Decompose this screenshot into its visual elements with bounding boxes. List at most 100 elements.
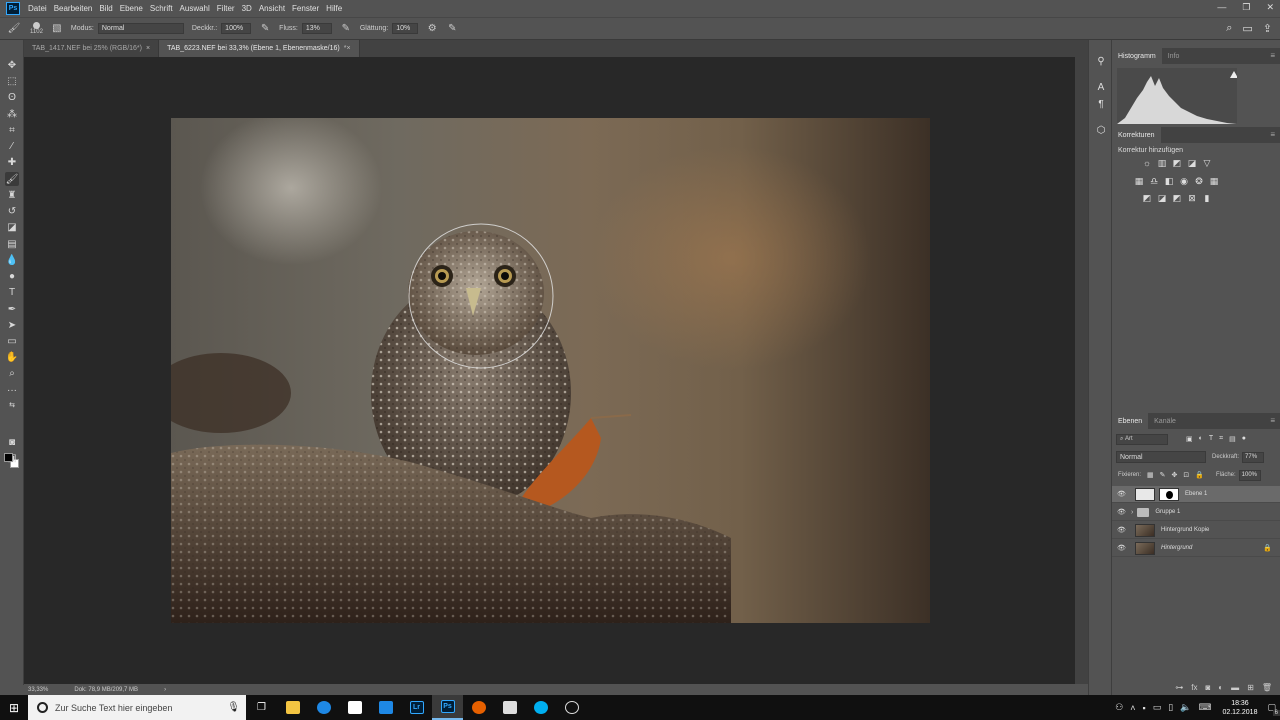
close-icon[interactable]: *×	[344, 45, 351, 52]
photo-filter-icon[interactable]: ◉	[1179, 176, 1189, 186]
lock-artboard-icon[interactable]: ⊡	[1183, 471, 1189, 479]
stamp-tool-icon[interactable]: ♜	[5, 188, 19, 202]
app-icon[interactable]	[494, 695, 525, 720]
canvas-area[interactable]	[24, 57, 1075, 684]
layer-hintergrund-kopie[interactable]: 👁 Hintergrund Kopie	[1112, 522, 1280, 539]
crop-tool-icon[interactable]: ⌗	[5, 123, 19, 137]
gear-icon[interactable]: ⚙	[426, 23, 438, 35]
pen-tool-icon[interactable]: ✒	[5, 302, 19, 316]
layer-ebene-1[interactable]: 👁 Ebene 1	[1112, 486, 1280, 503]
invert-icon[interactable]: ◩	[1142, 193, 1152, 203]
zoom-level[interactable]: 33,33%	[28, 687, 48, 693]
canvas-scrollbar[interactable]	[1075, 57, 1088, 684]
network-icon[interactable]: ▯	[1168, 702, 1173, 713]
color-balance-icon[interactable]: ♎	[1149, 176, 1159, 186]
paragraph-icon[interactable]: ¶	[1094, 97, 1108, 111]
tab-channels[interactable]: Kanäle	[1148, 413, 1182, 429]
brush-preset-picker[interactable]: 1102	[30, 22, 43, 35]
menu-auswahl[interactable]: Auswahl	[180, 4, 210, 13]
settings-icon[interactable]	[556, 695, 587, 720]
new-group-icon[interactable]: ▬	[1231, 683, 1239, 692]
eye-icon[interactable]: 👁	[1117, 544, 1127, 552]
taskbar-search[interactable]: Zur Suche Text hier eingeben 🎙	[28, 695, 246, 720]
link-layers-icon[interactable]: ⊶	[1175, 683, 1183, 692]
chevron-up-icon[interactable]: ˄	[1130, 703, 1135, 713]
menu-fenster[interactable]: Fenster	[292, 4, 319, 13]
fill-field[interactable]: 100%	[1238, 469, 1261, 481]
selective-color-icon[interactable]: ⊠	[1187, 193, 1197, 203]
vibrance-icon[interactable]: ▽	[1202, 158, 1212, 168]
panel-menu-icon[interactable]: ≡	[1270, 130, 1275, 139]
owl-photo[interactable]	[171, 118, 930, 623]
smart-object-filter-icon[interactable]: ▤	[1229, 435, 1236, 443]
new-layer-icon[interactable]: ⊞	[1247, 683, 1254, 692]
hand-tool-icon[interactable]: ✋	[5, 350, 19, 364]
layer-kind-filter[interactable]: ⌕ Art	[1116, 433, 1168, 445]
adjustment-filter-icon[interactable]: ◐	[1199, 435, 1203, 443]
people-icon[interactable]: ⚇	[1115, 702, 1123, 713]
blur-tool-icon[interactable]: 💧	[5, 253, 19, 267]
flow-field[interactable]: 13%	[301, 23, 332, 34]
battery-icon[interactable]: ▭	[1153, 702, 1162, 713]
quick-select-tool-icon[interactable]: ⁂	[5, 107, 19, 121]
minimize-icon[interactable]: —	[1217, 2, 1226, 13]
lock-icon[interactable]: 🔒	[1263, 544, 1272, 552]
brush-tool-icon[interactable]: 🖌	[5, 172, 19, 186]
quick-mask-icon[interactable]: ◙	[5, 435, 19, 449]
hue-saturation-icon[interactable]: ▦	[1134, 176, 1144, 186]
curves-icon[interactable]: ◩	[1172, 158, 1182, 168]
exposure-icon[interactable]: ◪	[1187, 158, 1197, 168]
lock-position-icon[interactable]: ✥	[1172, 471, 1178, 479]
posterize-icon[interactable]: ◪	[1157, 193, 1167, 203]
restore-icon[interactable]: ❐	[1242, 2, 1250, 13]
mail-icon[interactable]	[370, 695, 401, 720]
new-adjustment-icon[interactable]: ◐	[1218, 683, 1223, 692]
type-tool-icon[interactable]: T	[5, 285, 19, 299]
pixel-filter-icon[interactable]: ▣	[1186, 435, 1193, 443]
pressure-size-icon[interactable]: ✎	[446, 23, 458, 35]
photoshop-taskbar-icon[interactable]: Ps	[432, 695, 463, 720]
black-white-icon[interactable]: ◧	[1164, 176, 1174, 186]
smoothing-field[interactable]: 10%	[392, 23, 419, 34]
tab-layers[interactable]: Ebenen	[1112, 413, 1149, 429]
edge-icon[interactable]	[308, 695, 339, 720]
lock-transparent-icon[interactable]: ▦	[1147, 471, 1154, 479]
clipping-warning-icon[interactable]	[1230, 71, 1238, 78]
tab-document-2[interactable]: TAB_6223.NEF bei 33,3% (Ebene 1, Ebenenm…	[159, 40, 360, 57]
more-tools-icon[interactable]: ···	[5, 383, 19, 397]
trash-icon[interactable]: 🗑	[1262, 683, 1272, 692]
layer-gruppe-1[interactable]: 👁 › Gruppe 1	[1112, 504, 1280, 521]
menu-ansicht[interactable]: Ansicht	[259, 4, 285, 13]
threshold-icon[interactable]: ◩	[1172, 193, 1182, 203]
search-icon[interactable]: ⌕	[1226, 22, 1232, 35]
menu-filter[interactable]: Filter	[217, 4, 235, 13]
zoom-tool-icon[interactable]: ⌕	[5, 366, 19, 380]
move-tool-icon[interactable]: ✥	[5, 58, 19, 72]
menu-hilfe[interactable]: Hilfe	[326, 4, 342, 13]
layer-hintergrund[interactable]: 👁 Hintergrund 🔒	[1112, 540, 1280, 557]
mode-select[interactable]: Normal	[97, 23, 184, 34]
lock-all-icon[interactable]: 🔒	[1195, 471, 1204, 479]
type-filter-icon[interactable]: T	[1209, 435, 1213, 443]
healing-tool-icon[interactable]: ✚	[5, 155, 19, 169]
properties-icon[interactable]: ⚲	[1094, 54, 1108, 68]
lock-pixels-icon[interactable]: ✎	[1160, 471, 1166, 479]
3d-icon[interactable]: ⬡	[1094, 123, 1108, 137]
gradient-tool-icon[interactable]: ▤	[5, 237, 19, 251]
chevron-right-icon[interactable]: ›	[1131, 509, 1133, 516]
file-explorer-icon[interactable]	[277, 695, 308, 720]
eye-icon[interactable]: 👁	[1117, 526, 1127, 534]
brightness-icon[interactable]: ☼	[1142, 158, 1152, 168]
menu-bild[interactable]: Bild	[99, 4, 112, 13]
panel-menu-icon[interactable]: ≡	[1270, 416, 1275, 425]
marquee-tool-icon[interactable]: ⬚	[5, 74, 19, 88]
eraser-tool-icon[interactable]: ◪	[5, 220, 19, 234]
close-icon[interactable]: ✕	[1266, 2, 1274, 13]
menu-datei[interactable]: Datei	[28, 4, 47, 13]
task-view-icon[interactable]: ❐	[246, 695, 277, 720]
opacity-field[interactable]: 100%	[221, 23, 252, 34]
filter-toggle-icon[interactable]: ●	[1242, 435, 1246, 443]
system-clock[interactable]: 18:36 02.12.2018	[1222, 699, 1257, 717]
blend-mode-select[interactable]: Normal	[1116, 451, 1206, 463]
workspace-icon[interactable]: ▭	[1242, 22, 1252, 35]
